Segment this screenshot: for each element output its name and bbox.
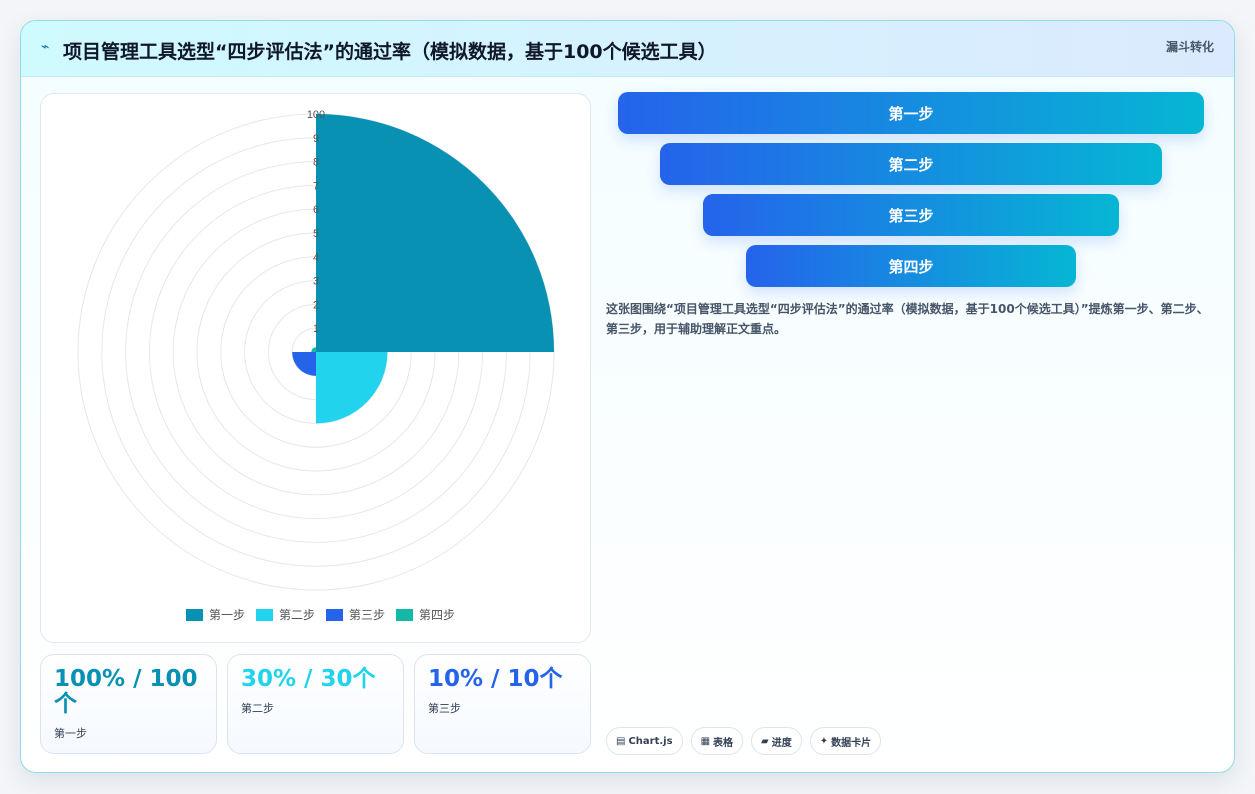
table-icon: ▦ bbox=[700, 735, 711, 747]
tag-label: 数据卡片 bbox=[831, 737, 872, 749]
stat-card-step1: 100% / 100个 第一步 bbox=[40, 654, 217, 754]
tag-table[interactable]: ▦ 表格 bbox=[690, 727, 744, 755]
polar-segment-4 bbox=[311, 347, 316, 352]
page-title: 项目管理工具选型“四步评估法”的通过率（模拟数据，基于100个候选工具） bbox=[63, 41, 717, 63]
legend-swatch bbox=[256, 609, 273, 621]
dashboard-card: ⌁ 项目管理工具选型“四步评估法”的通过率（模拟数据，基于100个候选工具） 漏… bbox=[20, 20, 1235, 773]
progress-icon: ▰ bbox=[761, 735, 769, 747]
stat-value: 30% / 30个 bbox=[241, 666, 376, 692]
radial-tick-label: 6 bbox=[313, 204, 319, 216]
radial-tick-label: 7 bbox=[313, 180, 319, 192]
chart-icon: ▤ bbox=[616, 735, 626, 747]
tag-label: Chart.js bbox=[628, 735, 673, 747]
funnel-step-2: 第二步 bbox=[660, 143, 1162, 185]
card-header: ⌁ 项目管理工具选型“四步评估法”的通过率（模拟数据，基于100个候选工具） 漏… bbox=[21, 21, 1234, 77]
legend-label: 第四步 bbox=[419, 608, 455, 622]
polar-segment-2 bbox=[316, 352, 388, 424]
tag-chartjs[interactable]: ▤ Chart.js bbox=[606, 727, 683, 755]
legend-swatch bbox=[326, 609, 343, 621]
legend-swatch bbox=[396, 609, 413, 621]
radial-tick-label: 4 bbox=[313, 252, 319, 264]
polar-chart-panel: 1 2 3 4 5 6 7 8 9 100 第一步 第二步 第三步 第四步 bbox=[40, 93, 591, 643]
stat-value: 100% / 100个 bbox=[54, 666, 198, 717]
funnel-badge: 漏斗转化 bbox=[1165, 40, 1214, 54]
polar-segment-1 bbox=[316, 114, 554, 352]
lightning-icon: ⌁ bbox=[41, 39, 50, 55]
sparkle-icon: ✦ bbox=[819, 735, 829, 747]
stat-label: 第三步 bbox=[428, 702, 461, 715]
tag-label: 进度 bbox=[771, 737, 792, 749]
stat-value: 10% / 10个 bbox=[428, 666, 563, 692]
radial-tick-label: 5 bbox=[313, 228, 319, 240]
radial-tick-label: 2 bbox=[313, 299, 319, 311]
stat-card-step2: 30% / 30个 第二步 bbox=[227, 654, 404, 754]
funnel-step-4: 第四步 bbox=[746, 245, 1076, 287]
radial-tick-label: 3 bbox=[313, 276, 319, 288]
polar-segment-3 bbox=[292, 352, 316, 376]
stat-card-step3: 10% / 10个 第三步 bbox=[414, 654, 591, 754]
polar-area-chart: 1 2 3 4 5 6 7 8 9 100 第一步 第二步 第三步 第四步 bbox=[77, 109, 555, 622]
radial-tick-label: 9 bbox=[313, 133, 319, 145]
tag-progress[interactable]: ▰ 进度 bbox=[751, 727, 802, 755]
tag-label: 表格 bbox=[713, 737, 734, 749]
tag-data-card[interactable]: ✦ 数据卡片 bbox=[809, 727, 882, 755]
legend-label: 第三步 bbox=[349, 608, 385, 622]
radial-tick-label: 100 bbox=[307, 109, 325, 121]
tag-list: ▤ Chart.js ▦ 表格 ▰ 进度 ✦ 数据卡片 bbox=[606, 727, 882, 755]
chart-description: 这张图围绕“项目管理工具选型“四步评估法”的通过率（模拟数据，基于100个候选工… bbox=[606, 302, 1209, 336]
funnel-step-1: 第一步 bbox=[618, 92, 1204, 134]
stat-label: 第一步 bbox=[54, 727, 87, 740]
radial-tick-label: 8 bbox=[313, 157, 319, 169]
funnel-step-3: 第三步 bbox=[703, 194, 1119, 236]
legend-label: 第一步 bbox=[209, 608, 245, 622]
stat-label: 第二步 bbox=[241, 702, 274, 715]
radial-tick-label: 1 bbox=[313, 323, 319, 335]
legend-label: 第二步 bbox=[279, 608, 315, 622]
legend-swatch bbox=[186, 609, 203, 621]
